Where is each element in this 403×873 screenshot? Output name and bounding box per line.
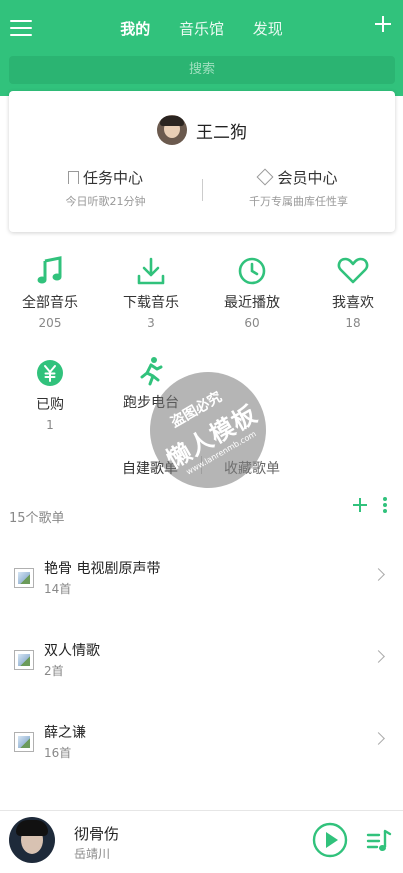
playlist-queue-icon[interactable] [366, 828, 392, 854]
task-center-subtitle: 今日听歌21分钟 [65, 195, 146, 208]
add-icon[interactable] [375, 16, 391, 32]
top-tabs: 我的 音乐馆 发现 [0, 18, 403, 39]
music-note-icon [37, 256, 62, 284]
app-header: 我的 音乐馆 发现 搜索 [0, 0, 403, 96]
grid-favorites[interactable]: 我喜欢 18 [303, 256, 403, 330]
grid-label: 下载音乐 [123, 295, 179, 311]
add-playlist-icon[interactable] [352, 497, 368, 513]
song-artist: 岳靖川 [74, 847, 111, 861]
tab-music-hall[interactable]: 音乐馆 [179, 18, 224, 39]
bookmark-icon [67, 171, 79, 184]
vip-center[interactable]: 会员中心 千万专属曲库任性享 [202, 167, 395, 209]
playlist-song-count: 16首 [44, 746, 72, 760]
grid-recent[interactable]: 最近播放 60 [202, 256, 302, 330]
tab-discover[interactable]: 发现 [253, 18, 283, 39]
list-item[interactable]: 双人情歌 2首 [0, 640, 403, 700]
playlist-song-count: 2首 [44, 664, 64, 678]
grid-count: 60 [244, 316, 260, 330]
grid-label: 最近播放 [224, 295, 280, 311]
yen-icon [37, 360, 63, 386]
grid-purchased[interactable]: 已购 1 [0, 358, 100, 432]
grid-count: 1 [46, 418, 54, 432]
chevron-right-icon [372, 650, 385, 663]
search-input[interactable]: 搜索 [9, 56, 395, 84]
grid-count: 3 [147, 316, 155, 330]
playlist-cover [14, 568, 34, 588]
grid-downloads[interactable]: 下载音乐 3 [101, 256, 201, 330]
chevron-right-icon [372, 568, 385, 581]
play-icon[interactable] [312, 822, 348, 858]
playlist-cover [14, 732, 34, 752]
grid-count: 18 [345, 316, 361, 330]
grid-label: 已购 [36, 397, 64, 413]
running-icon [140, 357, 163, 386]
list-item[interactable]: 艳骨 电视剧原声带 14首 [0, 558, 403, 618]
song-title: 彻骨伤 [74, 825, 120, 843]
download-icon [137, 257, 165, 285]
grid-label: 我喜欢 [332, 295, 374, 311]
list-item[interactable]: 薛之谦 16首 [0, 722, 403, 782]
playlist-song-count: 14首 [44, 582, 72, 596]
user-name: 王二狗 [196, 122, 248, 143]
playlist-cover [14, 650, 34, 670]
grid-label: 全部音乐 [22, 295, 78, 311]
task-center[interactable]: 任务中心 今日听歌21分钟 [9, 167, 202, 209]
tab-mine[interactable]: 我的 [120, 18, 150, 39]
grid-all-music[interactable]: 全部音乐 205 [0, 256, 100, 330]
user-card: 王二狗 任务中心 今日听歌21分钟 会员中心 千万专属曲库任性享 [9, 91, 395, 232]
grid-count: 205 [38, 316, 62, 330]
heart-icon [337, 257, 369, 284]
playlist-title: 薛之谦 [44, 725, 86, 741]
diamond-icon [256, 168, 274, 186]
clock-icon [238, 257, 266, 285]
playlist-count: 15个歌单 [9, 511, 65, 526]
user-row[interactable]: 王二狗 [9, 115, 395, 147]
album-cover[interactable] [9, 817, 55, 863]
task-center-label: 任务中心 [82, 169, 143, 187]
vip-center-subtitle: 千万专属曲库任性享 [249, 195, 348, 208]
playlist-title: 艳骨 电视剧原声带 [44, 561, 161, 577]
avatar[interactable] [156, 115, 187, 145]
more-icon[interactable] [382, 497, 388, 515]
vip-center-label: 会员中心 [277, 169, 338, 187]
chevron-right-icon [372, 732, 385, 745]
mini-player: 彻骨伤 岳靖川 [0, 810, 403, 873]
playlist-title: 双人情歌 [44, 643, 100, 659]
